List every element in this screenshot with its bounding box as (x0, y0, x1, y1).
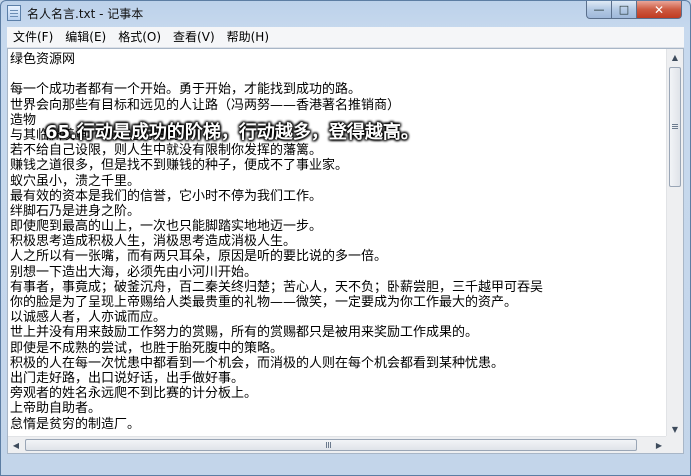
thumb-grip-icon (672, 124, 678, 130)
text-line: 世上并没有用来鼓励工作努力的赏赐，所有的赏赐都只是被用来奖励工作成果的。 (10, 325, 479, 341)
menu-file[interactable]: 文件(F) (7, 28, 59, 46)
horizontal-scrollbar[interactable]: ◀ ▶ (8, 436, 667, 453)
text-line: 怠惰是贫穷的制造厂。 (10, 416, 141, 432)
menu-edit[interactable]: 编辑(E) (59, 28, 112, 46)
menu-format[interactable]: 格式(O) (112, 28, 167, 46)
text-line: 积极的人在每一次忧患中都看到一个机会，而消极的人则在每个机会都看到某种忧患。 (10, 355, 505, 371)
scroll-down-button[interactable]: ▼ (667, 421, 683, 437)
scroll-right-button[interactable]: ▶ (651, 437, 667, 453)
close-button[interactable]: ✕ (637, 1, 682, 19)
text-line: 别想一下造出大海，必须先由小河川开始。 (10, 264, 258, 280)
text-line: 以诚感人者，人亦诚而应。 (10, 310, 167, 326)
scrollbar-corner (666, 436, 683, 453)
scroll-up-button[interactable]: ▲ (667, 49, 683, 65)
text-line: 人之所以有一张嘴，而有两只耳朵，原因是听的要比说的多一倍。 (10, 249, 388, 265)
text-line: 绊脚石乃是进身之阶。 (10, 203, 141, 219)
text-line: 每一个成功者都有一个开始。勇于开始，才能找到成功的路。 (10, 82, 362, 98)
notepad-icon (7, 5, 21, 21)
menu-view[interactable]: 查看(V) (167, 28, 221, 46)
text-line (10, 67, 667, 82)
vertical-scrollbar[interactable]: ▲ ▼ (666, 49, 683, 437)
overlay-caption: 65.行动是成功的阶梯，行动越多，登得越高。 (45, 122, 419, 143)
menu-help[interactable]: 帮助(H) (221, 28, 275, 46)
thumb-grip-icon (326, 442, 332, 448)
text-line: 上帝助自助者。 (10, 401, 102, 417)
text-line: 出门走好路，出口说好话，出手做好事。 (10, 370, 245, 386)
text-line: 最有效的资本是我们的信誉，它小时不停为我们工作。 (10, 188, 323, 204)
text-line: 旁观者的姓名永远爬不到比赛的计分板上。 (10, 386, 258, 402)
menu-bar: 文件(F) 编辑(E) 格式(O) 查看(V) 帮助(H) (7, 27, 684, 48)
text-line: 蚁穴虽小，溃之千里。 (10, 173, 141, 189)
text-line: 世界会向那些有目标和远见的人让路（冯两努——香港著名推销商） (10, 97, 401, 113)
window-title: 名人名言.txt - 记事本 (27, 7, 144, 21)
horizontal-scroll-thumb[interactable] (25, 439, 637, 451)
text-line: 即使是不成熟的尝试，也胜于胎死腹中的策略。 (10, 340, 284, 356)
maximize-button[interactable]: □ (612, 1, 637, 19)
notepad-window: 名人名言.txt - 记事本 — □ ✕ 文件(F) 编辑(E) 格式(O) 查… (0, 0, 691, 476)
text-line: 有事者，事竟成；破釜沉舟，百二秦关终归楚；苦心人，天不负；卧薪尝胆，三千越甲可吞… (10, 279, 544, 295)
text-line: 绿色资源网 (10, 52, 76, 67)
minimize-button[interactable]: — (586, 1, 612, 19)
text-line: 即使爬到最高的山上，一次也只能脚踏实地地迈一步。 (10, 219, 323, 235)
text-line: 若不给自己设限，则人生中就没有限制你发挥的藩篱。 (10, 143, 323, 159)
text-line: 赚钱之道很多，但是找不到赚钱的种子，便成不了事业家。 (10, 158, 349, 174)
text-editor[interactable]: 绿色资源网 每一个成功者都有一个开始。勇于开始，才能找到成功的路。 世界会向那些… (7, 48, 684, 454)
text-line: 你的脸是为了呈现上帝赐给人类最贵重的礼物——微笑，一定要成为你工作最大的资产。 (10, 295, 518, 310)
vertical-scroll-thumb[interactable] (669, 67, 681, 187)
text-line: 积极思考造成积极人生，消极思考造成消极人生。 (10, 234, 297, 250)
text-content[interactable]: 绿色资源网 每一个成功者都有一个开始。勇于开始，才能找到成功的路。 世界会向那些… (8, 49, 667, 437)
scroll-left-button[interactable]: ◀ (8, 437, 24, 453)
